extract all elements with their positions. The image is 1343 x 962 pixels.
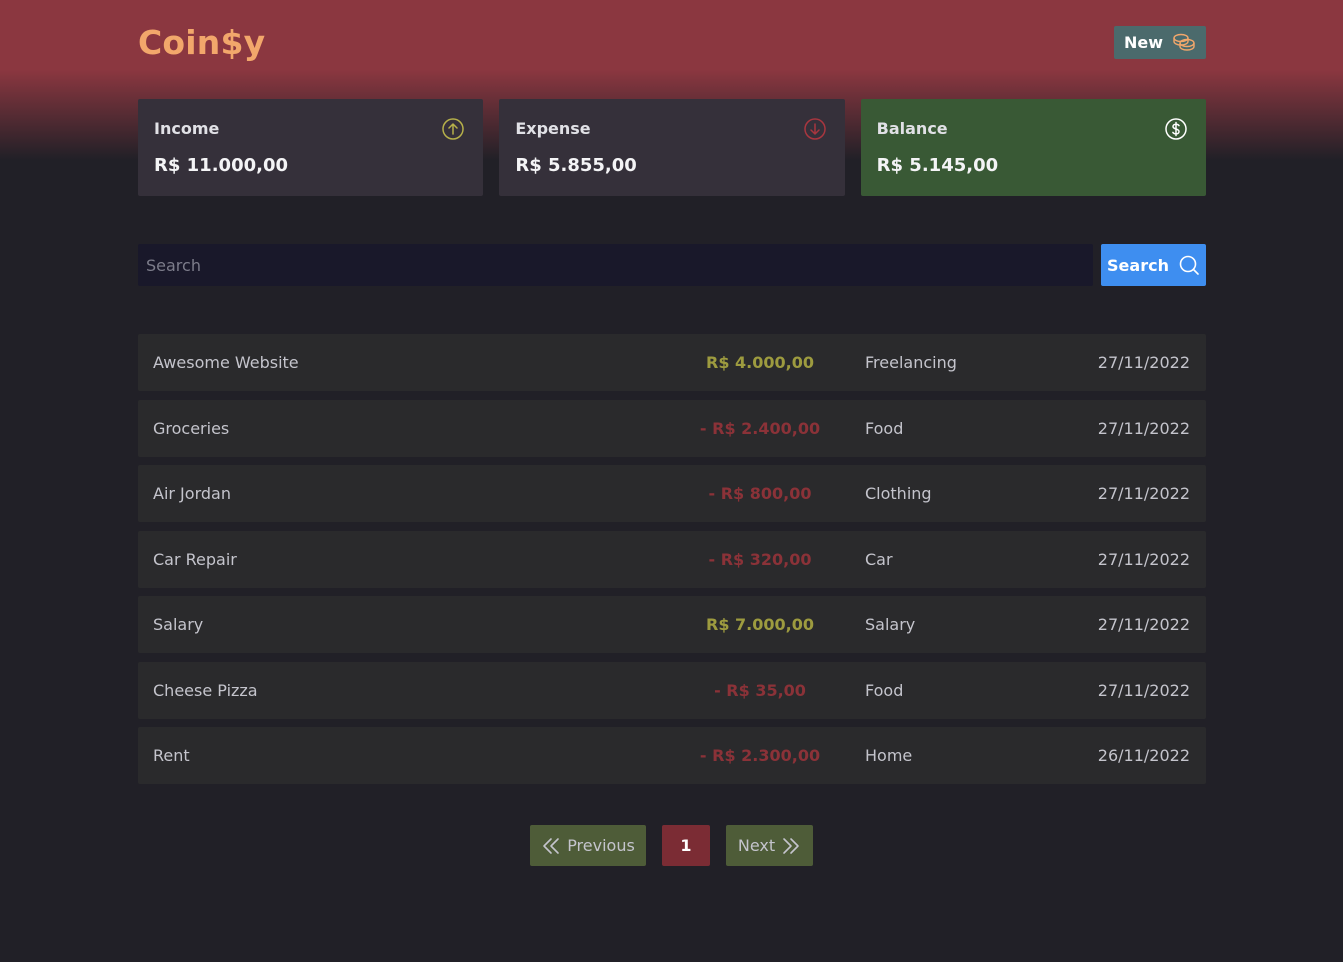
- logo: Coin$y: [138, 22, 266, 62]
- transactions-table: Awesome Website R$ 4.000,00 Freelancing …: [138, 334, 1206, 793]
- search-form: Search: [138, 244, 1206, 286]
- pagination: Previous 1 Next: [0, 825, 1343, 866]
- transaction-description: Cheese Pizza: [153, 680, 258, 700]
- balance-value: R$ 5.145,00: [876, 155, 999, 176]
- arrow-circle-up-icon: [442, 118, 465, 140]
- header: Coin$y New: [138, 22, 1206, 62]
- transaction-category: Home: [865, 746, 913, 765]
- currency-circle-dollar-icon: [1165, 118, 1187, 140]
- income-card: Income R$ 11.000,00: [138, 99, 484, 196]
- caret-double-right-icon: [783, 837, 799, 854]
- transaction-category: Salary: [865, 615, 916, 634]
- table-row: Awesome Website R$ 4.000,00 Freelancing …: [138, 334, 1206, 391]
- table-row: Cheese Pizza - R$ 35,00 Food 27/11/2022: [138, 661, 1206, 719]
- transaction-category: Food: [865, 680, 904, 700]
- search-button-label: Search: [1107, 255, 1169, 275]
- next-page-button[interactable]: Next: [726, 825, 813, 866]
- transaction-description: Rent: [153, 746, 190, 765]
- transaction-category: Car: [865, 549, 893, 569]
- transaction-category: Freelancing: [865, 353, 957, 372]
- next-label: Next: [737, 836, 776, 855]
- transaction-date: 27/11/2022: [1097, 484, 1190, 503]
- search-button[interactable]: Search: [1101, 244, 1206, 286]
- transaction-category: Clothing: [865, 484, 932, 503]
- transaction-date: 27/11/2022: [1097, 418, 1190, 438]
- table-row: Salary R$ 7.000,00 Salary 27/11/2022: [138, 596, 1206, 653]
- transaction-date: 27/11/2022: [1097, 353, 1190, 372]
- table-row: Car Repair - R$ 320,00 Car 27/11/2022: [138, 530, 1206, 588]
- income-value: R$ 11.000,00: [154, 155, 288, 176]
- previous-label: Previous: [567, 836, 635, 855]
- income-label: Income: [154, 119, 220, 138]
- coins-icon: [1173, 33, 1195, 51]
- previous-page-button[interactable]: Previous: [530, 825, 646, 866]
- transaction-date: 26/11/2022: [1097, 746, 1190, 765]
- transaction-date: 27/11/2022: [1097, 615, 1190, 634]
- search-icon: [1179, 255, 1199, 275]
- transaction-description: Awesome Website: [153, 353, 299, 372]
- transaction-description: Salary: [153, 615, 204, 634]
- caret-double-left-icon: [543, 837, 559, 854]
- new-transaction-button[interactable]: New: [1114, 25, 1206, 59]
- transaction-date: 27/11/2022: [1097, 549, 1190, 569]
- transaction-date: 27/11/2022: [1097, 680, 1190, 700]
- balance-label: Balance: [876, 119, 948, 138]
- balance-card: Balance R$ 5.145,00: [860, 99, 1206, 196]
- transaction-category: Food: [865, 418, 904, 438]
- expense-label: Expense: [515, 119, 591, 138]
- new-button-label: New: [1123, 32, 1164, 52]
- transaction-description: Groceries: [153, 418, 230, 438]
- expense-value: R$ 5.855,00: [515, 155, 637, 176]
- page-number-button[interactable]: 1: [662, 825, 710, 866]
- summary-cards: Income R$ 11.000,00 Expense R$ 5.855,00 …: [138, 99, 1206, 196]
- table-row: Rent - R$ 2.300,00 Home 26/11/2022: [138, 727, 1206, 784]
- transaction-description: Car Repair: [153, 549, 237, 569]
- expense-card: Expense R$ 5.855,00: [499, 99, 845, 196]
- table-row: Air Jordan - R$ 800,00 Clothing 27/11/20…: [138, 465, 1206, 522]
- table-row: Groceries - R$ 2.400,00 Food 27/11/2022: [138, 399, 1206, 457]
- arrow-circle-down-icon: [803, 118, 826, 140]
- search-input[interactable]: [138, 244, 1093, 286]
- transaction-description: Air Jordan: [153, 484, 231, 503]
